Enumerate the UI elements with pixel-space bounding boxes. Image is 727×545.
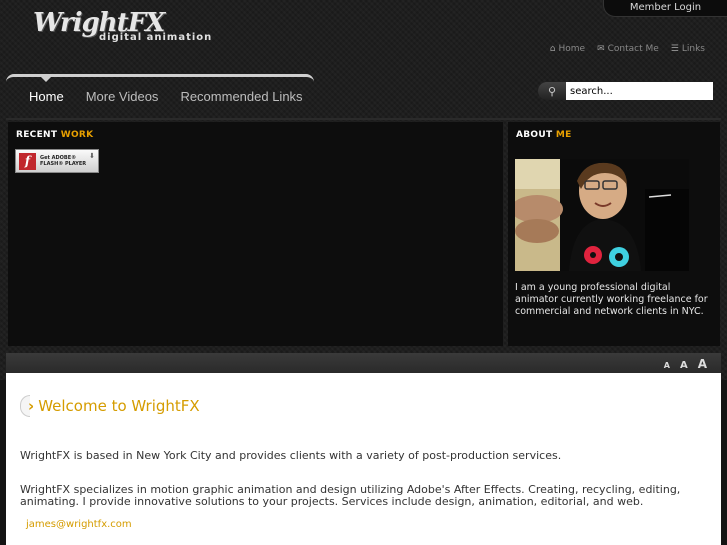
home-icon: ⌂ [549, 44, 556, 54]
nav-item-more-videos[interactable]: More Videos [86, 89, 159, 104]
font-size-large-button[interactable]: A [698, 357, 707, 371]
about-title-b: ME [555, 130, 572, 140]
font-size-controls: A A A [664, 357, 707, 371]
page-title-text: Welcome to WrightFX [38, 397, 200, 415]
logo-sub-text: digital animation [99, 32, 213, 43]
profile-photo [515, 159, 689, 271]
download-arrow-icon: ⬇ [89, 152, 95, 160]
page-title: › Welcome to WrightFX [28, 397, 200, 415]
mail-icon: ✉ [597, 44, 605, 54]
header-divider [6, 118, 721, 120]
toplink-links[interactable]: ☰ Links [671, 44, 705, 54]
chevron-right-icon: › [28, 397, 35, 415]
search-box: ⚲ [538, 82, 713, 100]
flash-line2: FLASH® PLAYER [40, 161, 87, 167]
main-content: › Welcome to WrightFX WrightFX is based i… [6, 373, 721, 545]
about-me-title: ABOUT ME [516, 130, 572, 140]
links-icon: ☰ [670, 44, 679, 54]
toplink-contact[interactable]: ✉ Contact Me [597, 44, 659, 54]
recent-title-b: WORK [60, 130, 94, 140]
nav-item-home[interactable]: Home [29, 89, 64, 104]
search-button[interactable]: ⚲ [538, 82, 566, 100]
member-login-button[interactable]: Member Login [603, 0, 727, 17]
about-title-a: ABOUT [516, 130, 553, 140]
flash-logo-icon: f [19, 152, 36, 170]
recent-title-a: RECENT [16, 130, 58, 140]
toplink-links-label: Links [681, 44, 705, 54]
get-flash-player-button[interactable]: f Get ADOBE® FLASH® PLAYER ⬇ [15, 149, 99, 173]
search-input[interactable] [566, 82, 713, 100]
toplink-home[interactable]: ⌂ Home [550, 44, 585, 54]
intro-paragraph: WrightFX is based in New York City and p… [20, 449, 562, 462]
font-size-medium-button[interactable]: A [680, 360, 688, 371]
nav-active-pointer [39, 75, 53, 82]
font-size-toolbar [6, 353, 721, 373]
recent-work-panel: RECENT WORK f Get ADOBE® FLASH® PLAYER ⬇ [8, 122, 503, 346]
services-paragraph: WrightFX specializes in motion graphic a… [20, 483, 681, 508]
about-me-text: I am a young professional digital animat… [515, 282, 708, 317]
toplink-home-label: Home [558, 44, 586, 54]
recent-work-title: RECENT WORK [16, 130, 93, 140]
nav-item-recommended-links[interactable]: Recommended Links [180, 89, 302, 104]
toplink-contact-label: Contact Me [607, 44, 659, 54]
main-nav: Home More Videos Recommended Links [29, 89, 303, 104]
font-size-small-button[interactable]: A [664, 361, 670, 370]
top-links: ⌂ Home ✉ Contact Me ☰ Links [550, 44, 705, 54]
email-link[interactable]: james@wrightfx.com [26, 519, 132, 530]
search-icon: ⚲ [547, 84, 557, 98]
flash-badge-text: Get ADOBE® FLASH® PLAYER [40, 155, 86, 167]
about-me-panel: ABOUT ME I am a young professional digit… [508, 122, 720, 346]
site-logo[interactable]: WrightFX digital animation [33, 8, 211, 48]
